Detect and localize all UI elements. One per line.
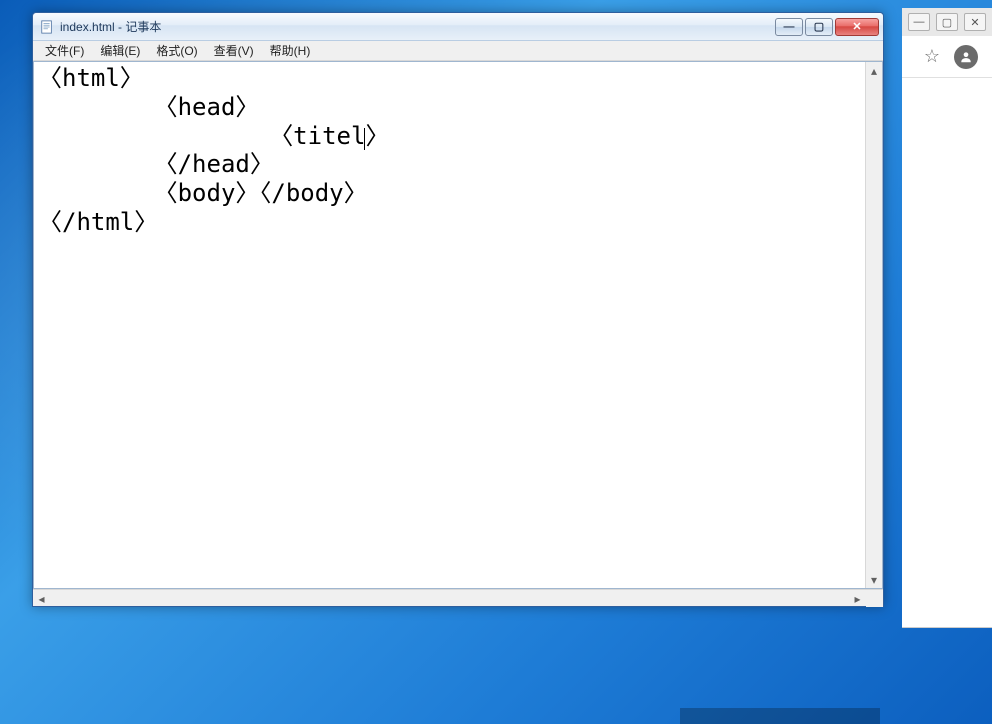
scroll-track-vertical[interactable] — [866, 79, 882, 571]
background-browser-window: — ▢ ✕ ☆ — [902, 8, 992, 628]
background-browser-toolbar: ☆ — [902, 36, 992, 78]
menu-format[interactable]: 格式(O) — [148, 40, 205, 61]
scroll-up-arrow-icon[interactable]: ▴ — [866, 62, 882, 79]
notepad-window: index.html - 记事本 — ▢ ✕ 文件(F) 编辑(E) 格式(O)… — [32, 12, 884, 607]
scroll-down-arrow-icon[interactable]: ▾ — [866, 571, 882, 588]
editor-container: 〈html〉 〈head〉 〈titel〉 〈/head〉 〈body〉〈/bo… — [33, 61, 883, 589]
background-window-controls: — ▢ ✕ — [902, 8, 992, 36]
bg-minimize-button[interactable]: — — [908, 13, 930, 31]
notepad-app-icon — [39, 19, 55, 35]
user-avatar-icon[interactable] — [954, 45, 978, 69]
bg-close-button[interactable]: ✕ — [964, 13, 986, 31]
vertical-scrollbar[interactable]: ▴ ▾ — [865, 62, 882, 588]
close-button[interactable]: ✕ — [835, 18, 879, 36]
menu-view[interactable]: 查看(V) — [206, 40, 262, 61]
maximize-button[interactable]: ▢ — [805, 18, 833, 36]
scroll-right-arrow-icon[interactable]: ▸ — [849, 590, 866, 607]
horizontal-scrollbar[interactable]: ◂ ▸ — [33, 589, 883, 606]
bookmark-star-icon[interactable]: ☆ — [924, 46, 940, 67]
window-title: index.html - 记事本 — [60, 18, 773, 35]
titlebar[interactable]: index.html - 记事本 — ▢ ✕ — [33, 13, 883, 41]
scroll-left-arrow-icon[interactable]: ◂ — [33, 590, 50, 607]
menubar: 文件(F) 编辑(E) 格式(O) 查看(V) 帮助(H) — [33, 41, 883, 61]
menu-file[interactable]: 文件(F) — [37, 40, 92, 61]
editor-textarea[interactable]: 〈html〉 〈head〉 〈titel〉 〈/head〉 〈body〉〈/bo… — [34, 62, 865, 588]
window-controls: — ▢ ✕ — [773, 18, 879, 36]
menu-edit[interactable]: 编辑(E) — [92, 40, 148, 61]
minimize-button[interactable]: — — [775, 18, 803, 36]
bg-maximize-button[interactable]: ▢ — [936, 13, 958, 31]
scroll-corner — [866, 590, 883, 607]
taskbar-fragment — [680, 708, 880, 724]
menu-help[interactable]: 帮助(H) — [262, 40, 319, 61]
scroll-track-horizontal[interactable] — [50, 590, 849, 606]
